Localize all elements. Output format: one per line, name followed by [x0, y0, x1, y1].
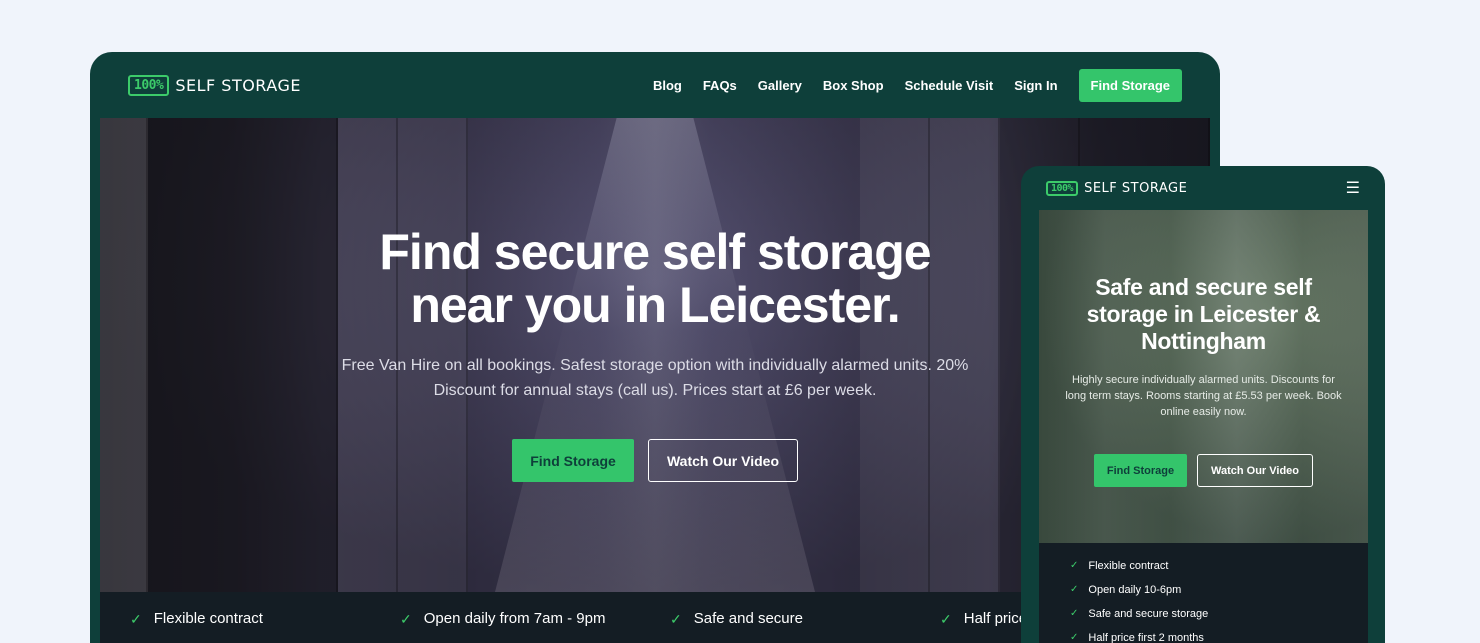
- mobile-feature-item: ✓ Half price first 2 months: [1070, 631, 1368, 643]
- mobile-hero: Safe and secure self storage in Leiceste…: [1039, 210, 1368, 543]
- nav-link-schedule-visit[interactable]: Schedule Visit: [905, 78, 994, 93]
- check-icon: ✓: [1070, 584, 1079, 595]
- desktop-navbar: 100% SELF STORAGE Blog FAQs Gallery Box …: [90, 52, 1220, 118]
- mobile-feature-label: Open daily 10-6pm: [1088, 584, 1182, 596]
- hero-title-line-1: Find secure self storage: [379, 224, 931, 280]
- logo-badge: 100%: [128, 74, 170, 96]
- feature-label: Half price: [963, 610, 1028, 627]
- check-icon: ✓: [940, 611, 952, 627]
- check-icon: ✓: [400, 611, 412, 627]
- mobile-feature-label: Flexible contract: [1088, 560, 1169, 572]
- check-icon: ✓: [1070, 632, 1079, 643]
- mobile-cta-group: Find Storage Watch Our Video: [1039, 454, 1368, 487]
- check-icon: ✓: [1070, 560, 1079, 571]
- check-icon: ✓: [670, 611, 682, 627]
- hamburger-icon[interactable]: ☰: [1346, 178, 1360, 198]
- hero-find-storage-button[interactable]: Find Storage: [512, 439, 634, 482]
- mobile-feature-label: Half price first 2 months: [1088, 632, 1204, 643]
- nav-find-storage-button[interactable]: Find Storage: [1078, 68, 1182, 102]
- nav-link-box-shop[interactable]: Box Shop: [823, 78, 884, 93]
- nav-link-sign-in[interactable]: Sign In: [1014, 78, 1057, 93]
- mobile-features-list: ✓ Flexible contract ✓ Open daily 10-6pm …: [1039, 543, 1368, 643]
- mobile-feature-label: Safe and secure storage: [1088, 608, 1209, 620]
- feature-label: Flexible contract: [153, 610, 263, 627]
- hero-watch-video-button[interactable]: Watch Our Video: [648, 439, 798, 482]
- mobile-watch-video-button[interactable]: Watch Our Video: [1197, 454, 1313, 487]
- feature-item: ✓ Flexible contract: [130, 610, 400, 643]
- mobile-hero-title: Safe and secure self storage in Leiceste…: [1086, 274, 1321, 354]
- check-icon: ✓: [1070, 608, 1079, 619]
- desktop-nav-menu: Blog FAQs Gallery Box Shop Schedule Visi…: [653, 68, 1182, 102]
- mobile-feature-item: ✓ Open daily 10-6pm: [1070, 583, 1368, 597]
- hero-title-line-2: near you in Leicester.: [410, 277, 900, 333]
- mobile-hero-subtitle: Highly secure individually alarmed units…: [1065, 374, 1342, 418]
- logo-text: SELF STORAGE: [1084, 180, 1188, 196]
- site-logo[interactable]: 100% SELF STORAGE: [1046, 180, 1188, 196]
- mobile-feature-item: ✓ Flexible contract: [1070, 559, 1368, 573]
- logo-text: SELF STORAGE: [175, 75, 301, 95]
- nav-link-gallery[interactable]: Gallery: [758, 78, 802, 93]
- feature-label: Safe and secure: [693, 610, 803, 627]
- nav-link-blog[interactable]: Blog: [653, 78, 682, 93]
- nav-link-faqs[interactable]: FAQs: [703, 78, 737, 93]
- feature-label: Open daily from 7am - 9pm: [423, 610, 606, 627]
- mobile-feature-item: ✓ Safe and secure storage: [1070, 607, 1368, 621]
- feature-item: ✓ Safe and secure: [670, 610, 940, 643]
- mobile-navbar: 100% SELF STORAGE ☰: [1021, 166, 1385, 210]
- site-logo[interactable]: 100% SELF STORAGE: [128, 74, 301, 96]
- mobile-find-storage-button[interactable]: Find Storage: [1094, 454, 1187, 487]
- feature-item: ✓ Open daily from 7am - 9pm: [400, 610, 670, 643]
- mobile-hero-content: Safe and secure self storage in Leiceste…: [1039, 274, 1368, 487]
- hero-subtitle: Free Van Hire on all bookings. Safest st…: [341, 357, 969, 399]
- check-icon: ✓: [130, 611, 142, 627]
- mobile-preview: 100% SELF STORAGE ☰ Safe and secure self…: [1021, 166, 1385, 643]
- logo-badge: 100%: [1046, 180, 1079, 196]
